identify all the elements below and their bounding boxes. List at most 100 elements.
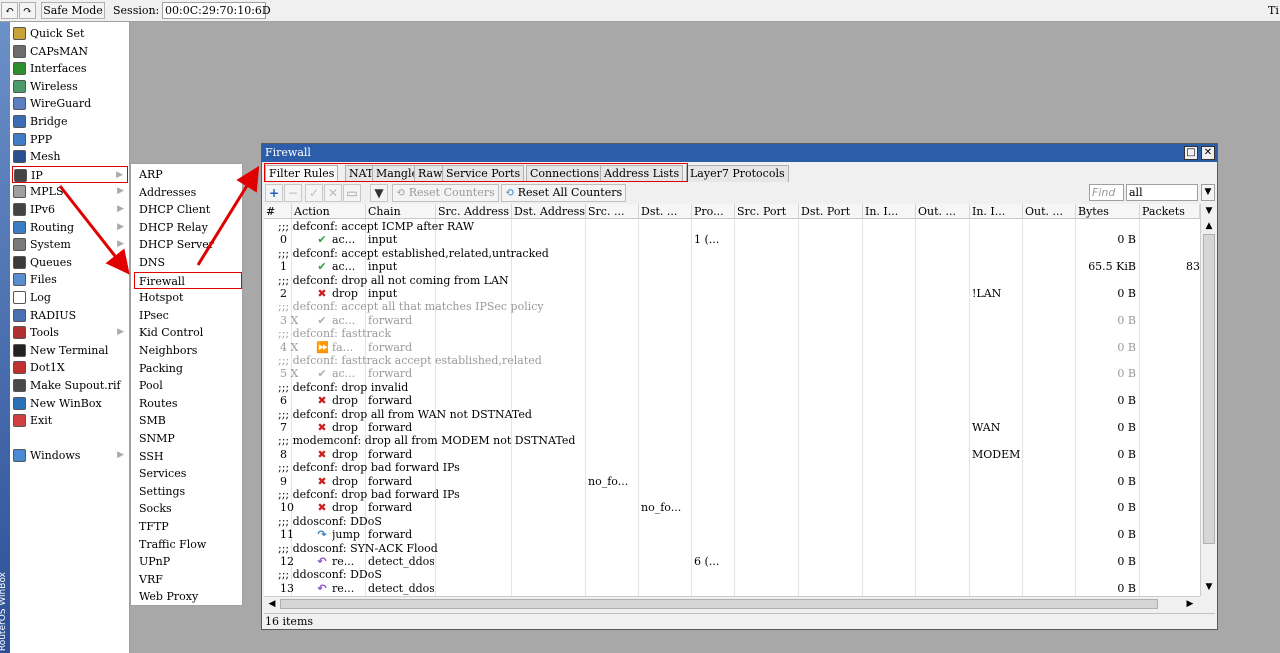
submenu-item-pool[interactable]: Pool — [139, 377, 239, 394]
submenu-item-ipsec[interactable]: IPsec — [139, 307, 239, 324]
sidebar-item-wireguard[interactable]: WireGuard — [12, 95, 128, 112]
column-header[interactable]: Out. ... — [1023, 204, 1076, 219]
column-header[interactable]: Dst. Port — [799, 204, 863, 219]
submenu-item-socks[interactable]: Socks — [139, 500, 239, 517]
submenu-item-upnp[interactable]: UPnP — [139, 553, 239, 570]
maximize-button[interactable]: □ — [1184, 146, 1198, 160]
table-row[interactable]: 8 ✖ drop forward MODEM 0 B — [264, 448, 1200, 461]
find-input[interactable]: Find — [1089, 184, 1124, 201]
sidebar-item-make-supout-rif[interactable]: Make Supout.rif — [12, 377, 128, 394]
sidebar-item-radius[interactable]: RADIUS — [12, 307, 128, 324]
submenu-item-settings[interactable]: Settings — [139, 483, 239, 500]
horizontal-scroll-thumb[interactable] — [280, 599, 1158, 609]
rule-comment-row[interactable]: ;;; defconf: drop bad forward IPs — [264, 461, 1200, 474]
submenu-item-neighbors[interactable]: Neighbors — [139, 342, 239, 359]
rule-comment-row[interactable]: ;;; defconf: accept established,related,… — [264, 247, 1200, 260]
undo-button[interactable]: ↶ — [1, 2, 18, 19]
column-header[interactable]: # — [264, 204, 292, 219]
submenu-item-hotspot[interactable]: Hotspot — [139, 289, 239, 306]
column-header[interactable]: Src. Address — [436, 204, 512, 219]
sidebar-item-ipv6[interactable]: IPv6 ▶ — [12, 201, 128, 218]
table-row[interactable]: 2 ✖ drop input !LAN 0 B — [264, 287, 1200, 300]
sidebar-item-interfaces[interactable]: Interfaces — [12, 60, 128, 77]
sidebar-item-capsman[interactable]: CAPsMAN — [12, 43, 128, 60]
table-row[interactable]: 10 ✖ drop forward no_fo... 0 B — [264, 501, 1200, 514]
remove-icon[interactable]: − — [284, 184, 302, 202]
tab-connections[interactable]: Connections — [526, 165, 604, 182]
session-field[interactable]: 00:0C:29:70:10:6D — [162, 2, 271, 19]
submenu-item-dns[interactable]: DNS — [139, 254, 239, 271]
rule-comment-row[interactable]: ;;; defconf: fasttrack accept establishe… — [264, 354, 1200, 367]
vertical-scrollbar[interactable]: ▼ ▲ ▼ — [1200, 204, 1217, 596]
column-header[interactable]: Pro... — [692, 204, 735, 219]
rule-comment-row[interactable]: ;;; ddosconf: SYN-ACK Flood — [264, 542, 1200, 555]
table-row[interactable]: 4 X ⏩ fa... forward 0 B — [264, 341, 1200, 354]
column-header[interactable]: Chain — [366, 204, 436, 219]
sidebar-item-dot1x[interactable]: Dot1X — [12, 359, 128, 376]
sidebar-item-new-terminal[interactable]: New Terminal — [12, 342, 128, 359]
submenu-item-snmp[interactable]: SNMP — [139, 430, 239, 447]
submenu-item-routes[interactable]: Routes — [139, 395, 239, 412]
sidebar-item-windows[interactable]: Windows ▶ — [12, 447, 128, 464]
submenu-item-firewall[interactable]: Firewall — [134, 271, 242, 289]
sidebar-item-new-winbox[interactable]: New WinBox — [12, 395, 128, 412]
column-header[interactable]: Bytes — [1076, 204, 1140, 219]
sidebar-item-ip[interactable]: IP ▶ — [12, 165, 128, 183]
sidebar-item-tools[interactable]: Tools ▶ — [12, 324, 128, 341]
column-header[interactable]: Action — [292, 204, 366, 219]
submenu-item-services[interactable]: Services — [139, 465, 239, 482]
vertical-scroll-thumb[interactable] — [1203, 234, 1215, 544]
submenu-item-traffic-flow[interactable]: Traffic Flow — [139, 536, 239, 553]
rule-comment-row[interactable]: ;;; modemconf: drop all from MODEM not D… — [264, 434, 1200, 447]
submenu-item-addresses[interactable]: Addresses — [139, 184, 239, 201]
disable-icon[interactable]: ✕ — [324, 184, 342, 202]
rule-comment-row[interactable]: ;;; defconf: drop bad forward IPs — [264, 488, 1200, 501]
table-row[interactable]: 3 X ✔ ac... forward 0 B — [264, 314, 1200, 327]
sidebar-item-routing[interactable]: Routing ▶ — [12, 219, 128, 236]
column-header[interactable]: Src. Port — [735, 204, 799, 219]
table-row[interactable]: 6 ✖ drop forward 0 B — [264, 394, 1200, 407]
window-title[interactable]: Firewall — [262, 144, 1217, 162]
enable-icon[interactable]: ✓ — [305, 184, 323, 202]
table-row[interactable]: 11 ↷ jump forward 0 B — [264, 528, 1200, 541]
comment-icon[interactable]: ▭ — [343, 184, 361, 202]
add-icon[interactable]: + — [265, 184, 283, 202]
column-header[interactable]: Dst. ... — [639, 204, 692, 219]
column-header[interactable]: In. I... — [863, 204, 916, 219]
submenu-item-arp[interactable]: ARP — [139, 166, 239, 183]
scroll-up-icon[interactable]: ▲ — [1201, 219, 1217, 233]
close-button[interactable]: ✕ — [1201, 146, 1215, 160]
scroll-left-icon[interactable]: ◀ — [266, 597, 278, 611]
filter-dropdown-icon[interactable]: ▼ — [1201, 184, 1215, 201]
reset-all-counters-button[interactable]: ⟲ Reset All Counters — [501, 184, 627, 202]
submenu-item-smb[interactable]: SMB — [139, 412, 239, 429]
column-header[interactable]: Packets — [1140, 204, 1200, 219]
safe-mode-button[interactable]: Safe Mode — [41, 2, 105, 19]
sidebar-item-ppp[interactable]: PPP — [12, 131, 128, 148]
reset-counters-button[interactable]: ⟲ Reset Counters — [392, 184, 499, 202]
table-row[interactable]: 1 ✔ ac... input 65.5 KiB 83 — [264, 260, 1200, 273]
sidebar-item-exit[interactable]: Exit — [12, 412, 128, 429]
rule-comment-row[interactable]: ;;; ddosconf: DDoS — [264, 568, 1200, 581]
column-header[interactable]: Src. ... — [586, 204, 639, 219]
sidebar-item-bridge[interactable]: Bridge — [12, 113, 128, 130]
submenu-item-dhcp-server[interactable]: DHCP Server — [139, 236, 239, 253]
submenu-item-vrf[interactable]: VRF — [139, 571, 239, 588]
submenu-item-tftp[interactable]: TFTP — [139, 518, 239, 535]
rule-comment-row[interactable]: ;;; defconf: drop all from WAN not DSTNA… — [264, 408, 1200, 421]
column-header[interactable]: Out. ... — [916, 204, 970, 219]
column-header[interactable]: Dst. Address — [512, 204, 586, 219]
table-row[interactable]: 5 X ✔ ac... forward 0 B — [264, 367, 1200, 380]
rule-comment-row[interactable]: ;;; defconf: accept all that matches IPS… — [264, 300, 1200, 313]
sidebar-item-log[interactable]: Log — [12, 289, 128, 306]
rule-comment-row[interactable]: ;;; defconf: drop invalid — [264, 381, 1200, 394]
scroll-right-icon[interactable]: ▶ — [1184, 597, 1196, 611]
column-header[interactable]: In. I... — [970, 204, 1023, 219]
submenu-item-ssh[interactable]: SSH — [139, 448, 239, 465]
sidebar-item-queues[interactable]: Queues — [12, 254, 128, 271]
rule-comment-row[interactable]: ;;; defconf: accept ICMP after RAW — [264, 220, 1200, 233]
sidebar-item-mpls[interactable]: MPLS ▶ — [12, 183, 128, 200]
table-row[interactable]: 13 ↶ re... detect_ddos 0 B — [264, 582, 1200, 595]
submenu-item-kid-control[interactable]: Kid Control — [139, 324, 239, 341]
columns-menu-icon[interactable]: ▼ — [1201, 204, 1217, 219]
